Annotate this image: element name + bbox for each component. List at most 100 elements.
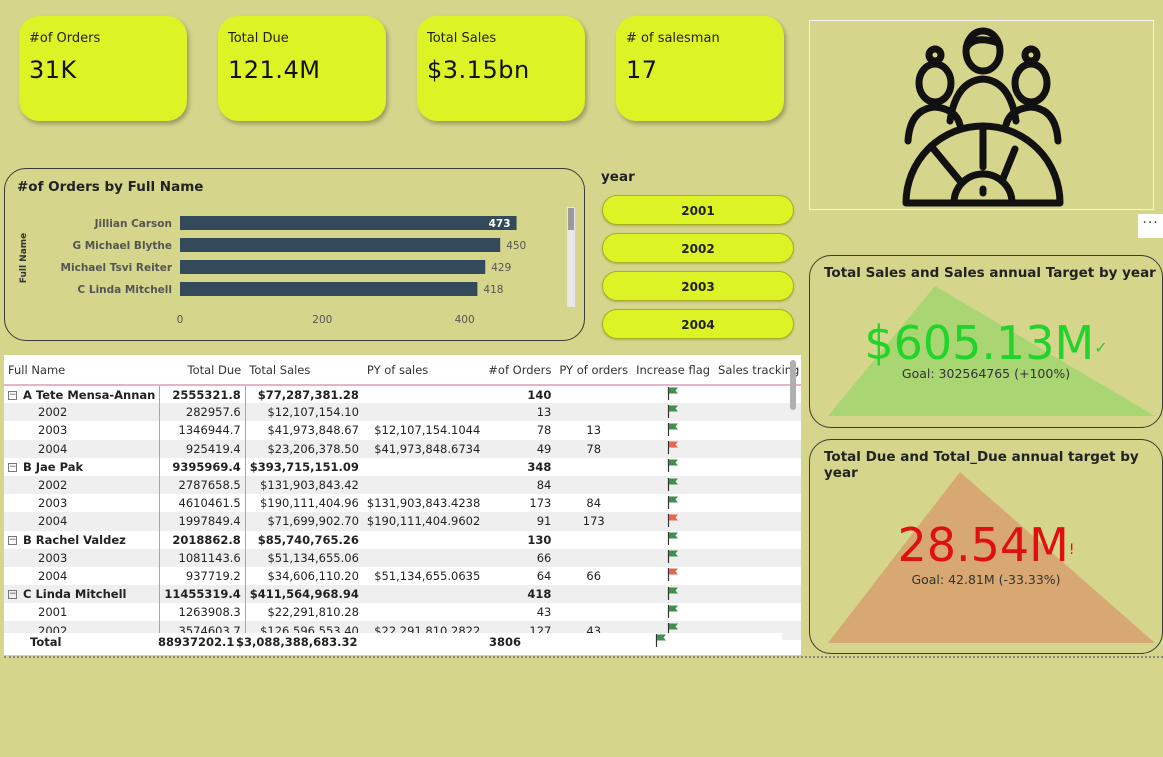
row-label: 2004 <box>38 441 68 456</box>
increase-flag-icon <box>632 458 714 476</box>
increase-flag-icon <box>632 439 715 458</box>
cell-py-sales <box>362 475 485 495</box>
collapse-icon[interactable]: − <box>8 590 17 600</box>
due-target-kpi[interactable]: Total Due and Total_Due annual target by… <box>809 439 1163 654</box>
table-row[interactable]: 2002 2787658.5 $131,903,843.42 84 <box>4 475 801 495</box>
bar-value-label: 473 <box>489 218 511 230</box>
header-col-py-sales[interactable]: PY of sales <box>362 355 485 386</box>
cell-full-name: 2004 <box>4 566 161 586</box>
kpi-value: $3.15bn <box>427 56 530 84</box>
cell-total-sales: $23,206,378.50 <box>245 439 363 458</box>
cell-py-orders <box>555 585 633 604</box>
kpi-value: $605.13M✓ <box>864 316 1108 370</box>
cell-total-sales: $131,903,843.42 <box>245 475 363 495</box>
cell-orders: 91 <box>484 512 556 531</box>
year-option-2001[interactable]: 2001 <box>602 195 794 225</box>
year-option-2003[interactable]: 2003 <box>602 271 794 301</box>
year-slicer-title: year <box>601 169 635 185</box>
bar <box>180 260 486 274</box>
cell-total-due: 1997849.4 <box>159 512 246 531</box>
bar <box>180 238 501 252</box>
header-col-increase-flag[interactable]: Increase flag <box>632 355 715 386</box>
bar-category-label: G Michael Blythe <box>72 240 172 252</box>
table-row[interactable]: 2003 1346944.7 $41,973,848.67 $12,107,154.1… <box>4 421 801 440</box>
bar <box>180 282 478 296</box>
table-group-row[interactable]: − A Tete Mensa-Annan 2555321.8 $77,287,381.… <box>4 385 801 404</box>
row-label: 2004 <box>38 514 68 529</box>
kpi-value: 31K <box>29 56 77 84</box>
sales-matrix-table[interactable]: Full Name Total Due Total Sales PY of sales… <box>4 355 801 655</box>
table-row[interactable]: 2002 282957.6 $12,107,154.10 13 <box>4 403 801 422</box>
kpi-value: 121.4M <box>228 56 321 84</box>
kpi-title: Total Sales and Sales annual Target by y… <box>824 265 1156 281</box>
increase-flag-icon <box>632 421 714 439</box>
total-label: Total <box>30 635 62 649</box>
year-option-2004[interactable]: 2004 <box>602 309 794 339</box>
collapse-icon[interactable]: − <box>8 462 17 472</box>
bar <box>180 216 517 230</box>
table-group-row[interactable]: − C Linda Mitchell 11455319.4 $411,564,968.… <box>4 585 801 604</box>
total-due-value: 88937202.1 <box>158 635 235 649</box>
cell-py-sales <box>363 531 484 549</box>
cell-orders: 66 <box>484 548 556 567</box>
header-col-full-name[interactable]: Full Name <box>4 355 160 386</box>
check-icon: ✓ <box>1094 338 1108 357</box>
canvas-divider <box>4 656 1163 658</box>
cell-py-orders: 173 <box>555 512 633 531</box>
cell-orders: 49 <box>484 439 556 458</box>
table-group-row[interactable]: − B Jae Pak 9395969.4 $393,715,151.09 348 <box>4 457 801 476</box>
collapse-icon[interactable]: − <box>8 535 17 545</box>
cell-py-orders <box>555 385 632 403</box>
total-increase-flag-icon <box>655 633 667 650</box>
kpi-card-orders[interactable]: #of Orders 31K <box>19 16 187 121</box>
collapse-icon[interactable]: − <box>8 390 17 400</box>
kpi-card-salesman[interactable]: # of salesman 17 <box>616 16 784 121</box>
year-option-2002[interactable]: 2002 <box>602 233 794 263</box>
cell-py-sales: $12,107,154.1044 <box>374 423 481 438</box>
sales-target-kpi[interactable]: Total Sales and Sales annual Target by y… <box>809 255 1163 428</box>
kpi-card-total-sales[interactable]: Total Sales $3.15bn <box>417 16 585 121</box>
cell-py-orders <box>555 548 633 567</box>
cell-orders: 130 <box>527 532 552 547</box>
cell-full-name: 2003 <box>4 421 161 440</box>
table-group-row[interactable]: − B Rachel Valdez 2018862.8 $85,740,765.26 1… <box>4 530 801 549</box>
increase-flag-icon <box>632 585 715 604</box>
cell-total-sales: $77,287,381.28 <box>257 387 359 402</box>
orders-by-name-chart[interactable]: #of Orders by Full Name Full Name Jillian… <box>4 168 585 341</box>
header-col-py-orders[interactable]: PY of orders <box>555 355 633 386</box>
kpi-card-total-due[interactable]: Total Due 121.4M <box>218 16 386 121</box>
increase-flag-icon <box>632 475 715 495</box>
table-row[interactable]: 2001 1263908.3 $22,291,810.28 43 <box>4 603 801 622</box>
chart-scrollbar-thumb <box>568 208 574 230</box>
table-row[interactable]: 2003 4610461.5 $190,111,404.96 $131,903,843… <box>4 494 801 513</box>
header-col-total-due[interactable]: Total Due <box>159 355 246 386</box>
row-label: A Tete Mensa-Annan <box>23 387 156 402</box>
cell-total-due: 2018862.8 <box>159 530 246 549</box>
more-options-button[interactable]: ··· <box>1138 214 1163 238</box>
cell-orders: 13 <box>484 403 556 422</box>
header-col-total-sales[interactable]: Total Sales <box>245 355 363 386</box>
cell-py-orders <box>555 403 633 422</box>
table-scrollbar-thumb[interactable] <box>790 360 796 410</box>
table-row[interactable]: 2004 937719.2 $34,606,110.20 $51,134,655.06… <box>4 566 801 586</box>
cell-total-sales: $393,715,151.09 <box>249 459 359 474</box>
team-dashboard-icon <box>902 27 1064 207</box>
table-row[interactable]: 2004 1997849.4 $71,699,902.70 $190,111,404.… <box>4 512 801 531</box>
cell-orders: 43 <box>536 605 552 620</box>
cell-full-name: 2004 <box>4 512 161 531</box>
increase-flag-icon <box>632 403 715 422</box>
header-col-orders[interactable]: #of Orders <box>484 355 556 386</box>
table-row[interactable]: 2004 925419.4 $23,206,378.50 $41,973,848.67… <box>4 439 801 458</box>
x-tick-label: 200 <box>312 314 332 326</box>
cell-py-orders <box>555 603 632 621</box>
cell-orders: 140 <box>527 387 552 402</box>
row-label: B Rachel Valdez <box>23 532 126 547</box>
cell-py-orders: 84 <box>586 496 602 511</box>
table-row[interactable]: 2003 1081143.6 $51,134,655.06 66 <box>4 548 801 567</box>
table-total-row: Total 88937202.1 $3,088,388,683.32 3806 <box>4 633 782 651</box>
cell-total-due: 937719.2 <box>159 566 246 586</box>
cell-py-sales <box>363 385 484 403</box>
cell-full-name: 2003 <box>4 548 161 567</box>
cell-orders: 418 <box>484 585 556 604</box>
cell-orders: 84 <box>484 475 556 495</box>
